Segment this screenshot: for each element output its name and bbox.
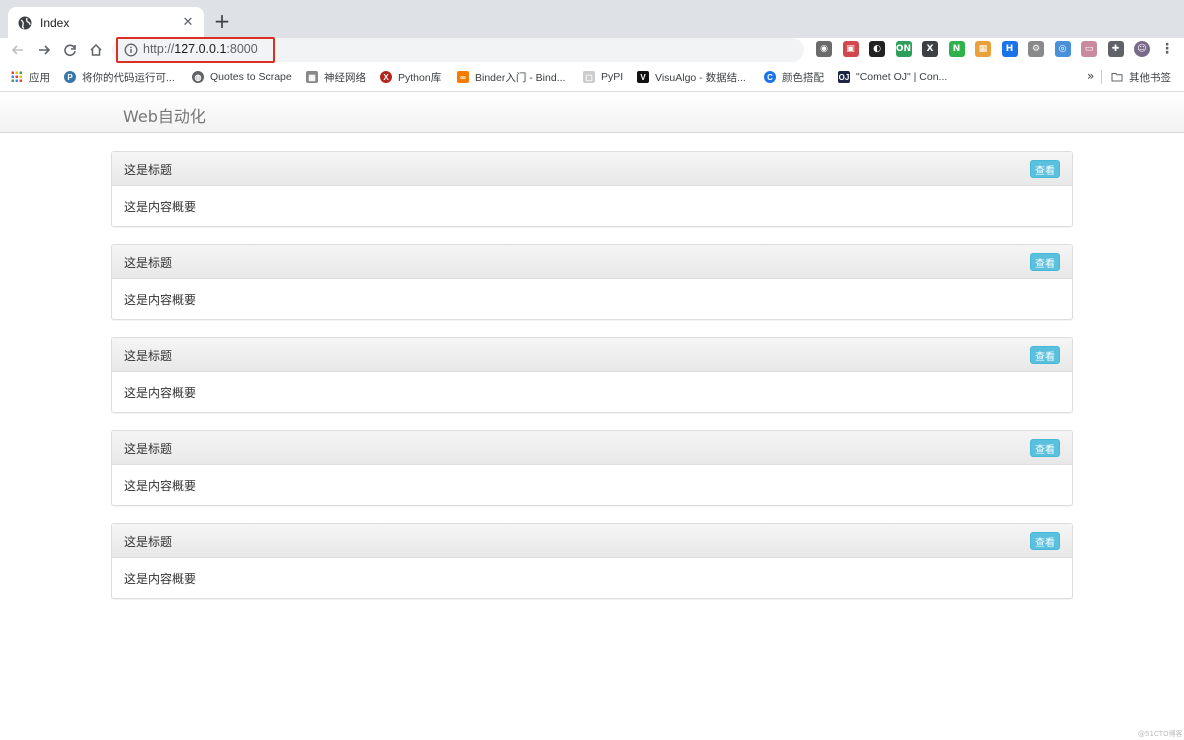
tab-strip: Index ✕ + — [0, 0, 1184, 38]
on-toggle-icon[interactable]: ON — [895, 41, 912, 57]
bookmark-item[interactable]: C 颜色搭配 — [764, 69, 824, 85]
bookmarks-overflow-icon[interactable]: » — [1087, 69, 1094, 83]
ghost-icon[interactable]: ◐ — [869, 41, 885, 57]
blue-square-icon[interactable]: H — [1001, 41, 1018, 57]
panel-title: 这是标题 — [124, 349, 173, 363]
panel-heading: 这是标题 查看 — [112, 431, 1072, 465]
bookmark-label: "Comet OJ" | Con... — [856, 71, 948, 83]
home-button[interactable] — [86, 40, 106, 60]
color-grid-icon[interactable]: ▦ — [975, 41, 991, 57]
tab-title: Index — [40, 15, 70, 30]
url-highlight-box — [116, 37, 275, 63]
bookmark-item[interactable]: ◍ Quotes to Scrape — [192, 69, 292, 85]
other-bookmarks[interactable]: 其他书签 — [1111, 69, 1171, 85]
bookmark-item[interactable]: OJ "Comet OJ" | Con... — [838, 69, 947, 85]
navbar-brand[interactable]: Web自动化 — [123, 103, 206, 127]
bookmark-item[interactable]: ▦ 神经网络 — [306, 69, 366, 85]
panel-title: 这是标题 — [124, 535, 173, 549]
arrow-left-icon — [11, 45, 23, 55]
c-blue-icon: C — [764, 71, 776, 83]
globe-icon — [18, 16, 32, 30]
bookmark-label: 应用 — [29, 71, 50, 84]
bookmark-label: PyPI — [601, 71, 624, 83]
panel-body: 这是内容概要 — [112, 558, 1072, 598]
bookmarks-divider — [1101, 70, 1102, 84]
bookmark-label: Python库 — [398, 71, 442, 84]
gear-circle-icon[interactable]: ⚙ — [1028, 41, 1044, 57]
arrow-right-icon — [39, 45, 51, 55]
panel-title: 这是标题 — [124, 256, 173, 270]
profile-avatar[interactable]: ☺ — [1134, 41, 1150, 57]
panel-heading: 这是标题 查看 — [112, 338, 1072, 372]
page-navbar: Web自动化 — [0, 91, 1184, 133]
home-icon — [90, 43, 102, 56]
panel-heading: 这是标题 查看 — [112, 524, 1072, 558]
cometoj-icon: OJ — [838, 71, 850, 83]
content-panel: 这是标题 查看这是内容概要 — [111, 523, 1073, 599]
back-button[interactable] — [8, 40, 28, 60]
x-circle-icon: X — [380, 71, 392, 83]
python-icon: P — [64, 71, 76, 83]
panel-content: 这是内容概要 — [124, 572, 197, 586]
bookmark-label: Quotes to Scrape — [210, 71, 292, 83]
panel-body: 这是内容概要 — [112, 279, 1072, 319]
x-icon[interactable]: X — [922, 41, 938, 57]
presentation-icon[interactable]: ▣ — [842, 41, 859, 57]
monitor-icon[interactable]: ▭ — [1081, 41, 1097, 57]
bookmark-item[interactable]: ▢ PyPI — [583, 69, 623, 85]
forward-button[interactable] — [34, 40, 54, 60]
content-panel: 这是标题 查看这是内容概要 — [111, 430, 1073, 506]
panel-body: 这是内容概要 — [112, 372, 1072, 412]
bookmarks-bar: » 应用 P 将你的代码运行可... ◍ Quotes to Scrape ▦ 神经网络 X P… — [0, 66, 1184, 88]
browser-tab[interactable]: Index ✕ — [8, 7, 204, 38]
more-menu-icon[interactable]: ⋮ — [1160, 41, 1174, 57]
panel-title: 这是标题 — [124, 163, 173, 177]
view-button[interactable]: 查看 — [1030, 439, 1060, 457]
watermark: @51CTO博客 — [1138, 730, 1183, 738]
content-panel: 这是标题 查看这是内容概要 — [111, 337, 1073, 413]
panel-title: 这是标题 — [124, 442, 173, 456]
network-icon: ▦ — [306, 71, 318, 83]
view-button[interactable]: 查看 — [1030, 532, 1060, 550]
reload-button[interactable] — [60, 40, 80, 60]
view-button[interactable]: 查看 — [1030, 346, 1060, 364]
binder-icon: ∞ — [457, 71, 469, 83]
panel-body: 这是内容概要 — [112, 465, 1072, 505]
panel-heading: 这是标题 查看 — [112, 152, 1072, 186]
panel-content: 这是内容概要 — [124, 479, 197, 493]
panel-content: 这是内容概要 — [124, 200, 197, 214]
bookmark-item[interactable]: ∞ Binder入门 - Bind... — [457, 69, 565, 85]
panel-heading: 这是标题 查看 — [112, 245, 1072, 279]
view-button[interactable]: 查看 — [1030, 160, 1060, 178]
content-panel: 这是标题 查看这是内容概要 — [111, 151, 1073, 227]
pypi-icon: ▢ — [583, 71, 595, 83]
new-tab-button[interactable]: + — [212, 11, 232, 31]
panel-body: 这是内容概要 — [112, 186, 1072, 226]
bookmark-item[interactable]: P 将你的代码运行可... — [64, 69, 175, 85]
view-button[interactable]: 查看 — [1030, 253, 1060, 271]
n-green-icon[interactable]: N — [948, 41, 965, 57]
bookmark-label: 神经网络 — [324, 71, 366, 84]
bookmark-item[interactable]: V VisuAlgo - 数据结... — [637, 69, 746, 85]
panel-content: 这是内容概要 — [124, 386, 197, 400]
apps-grid-icon — [11, 71, 23, 83]
globe-icon: ◍ — [192, 71, 204, 83]
panel-content: 这是内容概要 — [124, 293, 197, 307]
puzzle-icon[interactable]: ✚ — [1107, 41, 1124, 57]
visualgo-icon: V — [637, 71, 649, 83]
content-panel: 这是标题 查看这是内容概要 — [111, 244, 1073, 320]
folder-icon — [1111, 73, 1123, 82]
bookmark-item[interactable]: X Python库 — [380, 69, 441, 85]
bookmark-label: Binder入门 - Bind... — [475, 71, 566, 84]
eye-icon[interactable]: ◎ — [1054, 41, 1071, 57]
bookmark-label: 将你的代码运行可... — [82, 71, 175, 84]
camera-icon[interactable]: ◉ — [816, 41, 832, 57]
bookmark-label: VisuAlgo - 数据结... — [655, 71, 746, 84]
bookmark-label: 颜色搭配 — [782, 71, 824, 84]
reload-icon — [64, 44, 76, 57]
bookmark-item[interactable]: 应用 — [11, 69, 50, 85]
close-icon[interactable]: ✕ — [180, 15, 196, 31]
other-bookmarks-label: 其他书签 — [1129, 71, 1171, 84]
